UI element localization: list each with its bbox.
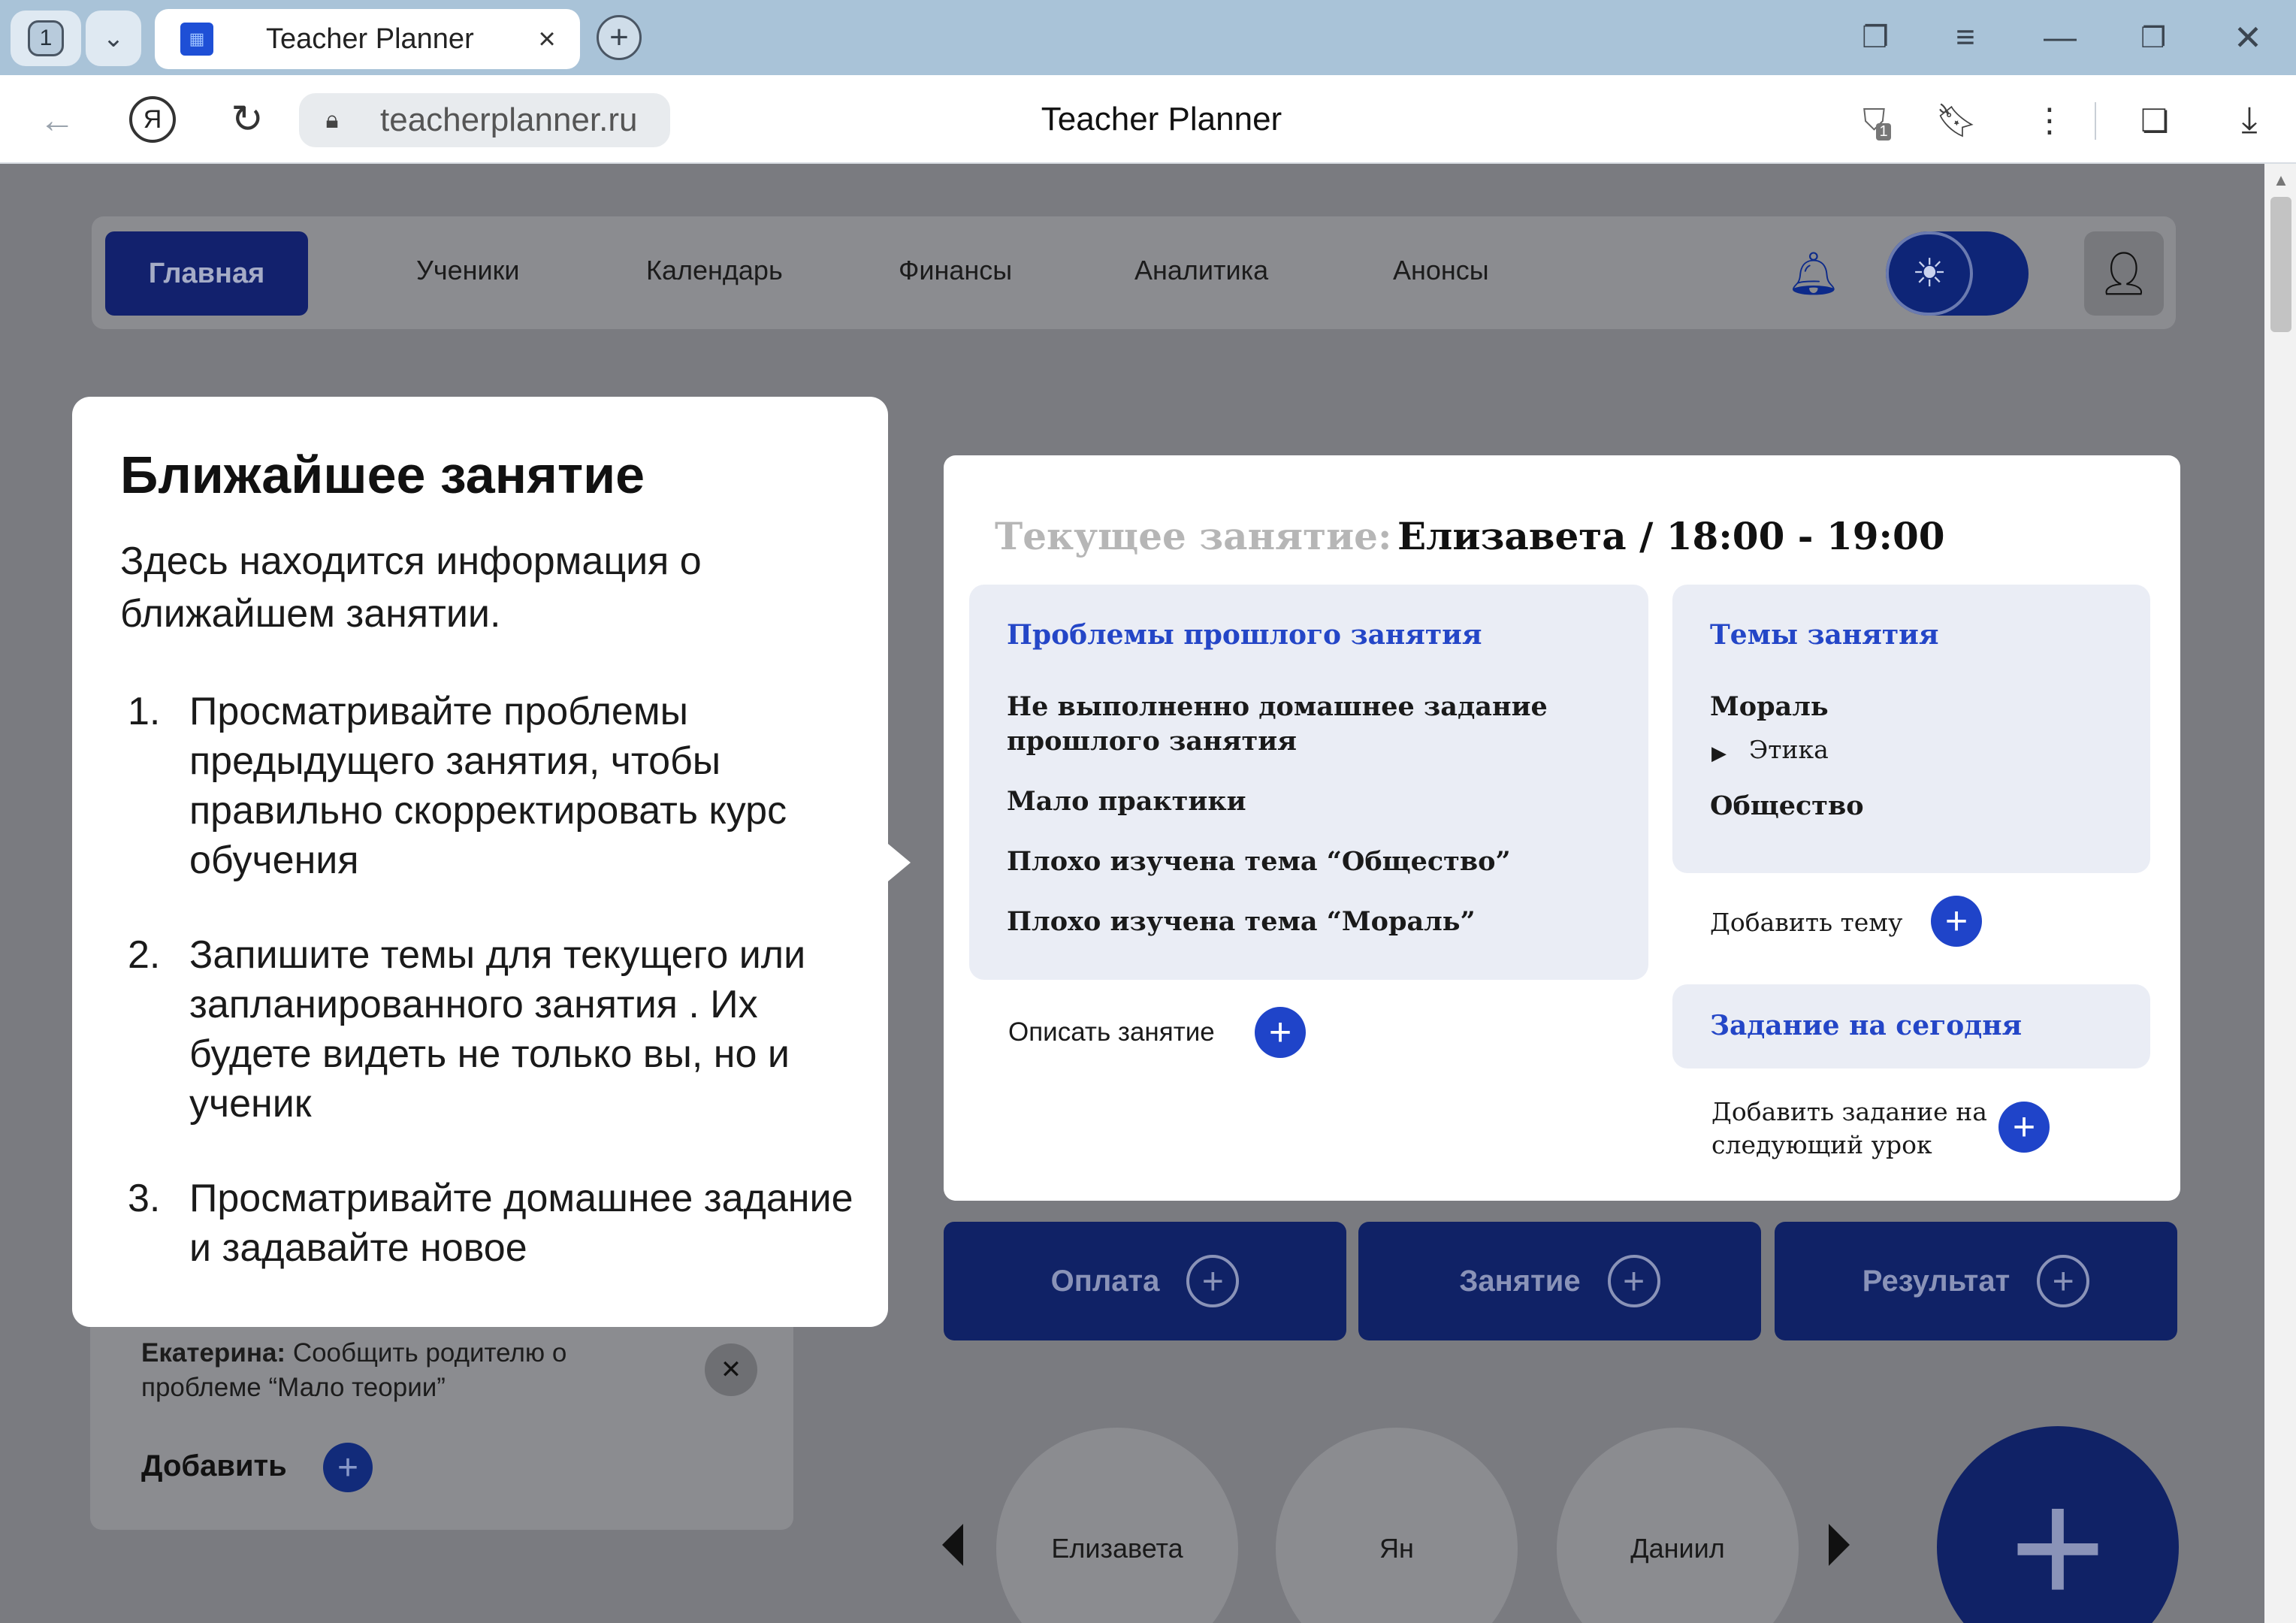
page-title: Teacher Planner <box>1041 101 1282 138</box>
nav-calendar-link[interactable]: Календарь <box>646 254 783 287</box>
protection-shield-icon[interactable]: ⛉ 1 <box>1853 96 1901 144</box>
reminder-add-plus-icon[interactable]: + <box>323 1443 373 1492</box>
tooltip-title: Ближайшее занятие <box>120 446 645 504</box>
bookmarks-panel-icon[interactable]: ❐ <box>1853 17 1898 59</box>
more-vertical-icon[interactable]: ⋮ <box>2029 96 2071 144</box>
tooltip-step-text: Просматривайте проблемы предыдущего заня… <box>189 690 787 882</box>
plus-icon: + <box>1607 1255 1660 1307</box>
close-icon[interactable]: ✕ <box>705 1343 757 1396</box>
reminder-text: Екатерина: Сообщить родителю о проблеме … <box>141 1336 682 1405</box>
student-avatar[interactable]: Ян <box>1276 1428 1518 1623</box>
homework-panel: Задание на сегодня <box>1672 984 2150 1068</box>
page-scrollbar[interactable] <box>2264 164 2296 1623</box>
toolbar-divider <box>2095 102 2096 140</box>
add-homework-label[interactable]: Добавить задание на следующий урок <box>1711 1096 2012 1162</box>
homework-title: Задание на сегодня <box>1710 1010 2023 1041</box>
current-lesson-card: Текущее занятие: Елизавета / 18:00 - 19:… <box>944 455 2180 1201</box>
problem-item: Плохо изучена тема “Общество” <box>1007 846 1511 877</box>
url-field[interactable]: 🔒︎ teacherplanner.ru <box>299 93 670 147</box>
yandex-logo-icon[interactable]: Я <box>129 96 176 143</box>
reminder-student-name: Екатерина: <box>141 1338 286 1368</box>
student-avatar[interactable]: Елизавета <box>996 1428 1238 1623</box>
active-tab[interactable]: ▦ Teacher Planner × <box>155 9 580 69</box>
tab-counter-button[interactable]: 1 <box>11 11 81 66</box>
nav-home-button[interactable]: Главная <box>105 231 308 316</box>
tooltip-step-text: Запишите темы для текущего или запланиро… <box>189 933 806 1126</box>
tooltip-step-number: 1. <box>128 690 161 733</box>
result-button-label: Результат <box>1862 1265 2011 1298</box>
add-topic-label[interactable]: Добавить тему <box>1710 906 1902 939</box>
tab-close-icon[interactable]: × <box>527 18 566 60</box>
bookmark-icon[interactable]: 🔖︎ <box>1935 96 1977 144</box>
lesson-button-label: Занятие <box>1459 1265 1581 1298</box>
nav-finance-link[interactable]: Финансы <box>899 254 1012 287</box>
topic-item[interactable]: Общество <box>1710 789 1864 824</box>
reminder-card: Екатерина: Сообщить родителю о проблеме … <box>90 1300 793 1530</box>
describe-lesson-plus-icon[interactable]: + <box>1255 1007 1306 1058</box>
new-tab-plus-icon[interactable]: + <box>597 15 642 60</box>
reminder-add-label[interactable]: Добавить <box>141 1447 287 1485</box>
lesson-button[interactable]: Занятие + <box>1358 1222 1761 1340</box>
tooltip-intro: Здесь находится информация о ближайшем з… <box>120 539 702 636</box>
problem-item: Не выполненно домашнее задание прошлого … <box>1007 691 1548 757</box>
tooltip-pointer <box>884 840 911 885</box>
onboarding-tooltip: Ближайшее занятие Здесь находится информ… <box>72 397 888 1327</box>
nav-analytics-link[interactable]: Аналитика <box>1134 254 1268 287</box>
problems-title: Проблемы прошлого занятия <box>1007 619 1482 651</box>
download-icon[interactable]: ⤓ <box>2225 96 2273 144</box>
carousel-next-arrow-icon[interactable] <box>1829 1524 1850 1566</box>
shield-badge: 1 <box>1876 122 1891 141</box>
topic-item[interactable]: Мораль <box>1710 690 1829 724</box>
result-button[interactable]: Результат + <box>1775 1222 2177 1340</box>
window-close-icon[interactable]: ✕ <box>2225 17 2270 59</box>
scroll-up-arrow-icon[interactable]: ▲ <box>2270 170 2291 191</box>
back-arrow-icon[interactable]: ← <box>35 98 80 143</box>
topics-title: Темы занятия <box>1710 619 1939 651</box>
plus-icon: + <box>2037 1255 2090 1307</box>
tab-count: 1 <box>28 20 64 56</box>
tooltip-step: 3. Просматривайте домашнее задание и зад… <box>128 1174 879 1273</box>
add-student-plus-icon[interactable]: + <box>1937 1426 2179 1623</box>
problem-item: Мало практики <box>1007 786 1246 817</box>
nav-announcements-link[interactable]: Анонсы <box>1393 254 1489 287</box>
site-favicon-icon: ▦ <box>180 23 213 56</box>
sun-icon: ☀ <box>1886 231 1973 316</box>
theme-toggle[interactable]: ☀ <box>1886 231 2029 316</box>
user-icon[interactable]: 👤︎ <box>2084 231 2164 316</box>
tooltip-step-number: 2. <box>128 933 161 977</box>
previous-problems-panel: Проблемы прошлого занятия Не выполненно … <box>969 585 1648 980</box>
tooltip-step-text: Просматривайте домашнее задание и задава… <box>189 1177 853 1270</box>
describe-lesson-label[interactable]: Описать занятие <box>1008 1016 1215 1049</box>
lesson-topics-panel: Темы занятия Мораль ▶ Этика Общество <box>1672 585 2150 873</box>
tooltip-step: 1. Просматривайте проблемы предыдущего з… <box>128 687 879 885</box>
add-homework-plus-icon[interactable]: + <box>1998 1102 2050 1153</box>
payment-button-label: Оплата <box>1050 1265 1160 1298</box>
tab-list-chevron-icon[interactable]: ⌄ <box>86 11 141 66</box>
tooltip-step: 2. Запишите темы для текущего или заплан… <box>128 930 879 1129</box>
scrollbar-thumb[interactable] <box>2270 197 2291 332</box>
current-lesson-label: Текущее занятие: <box>995 514 1392 558</box>
carousel-prev-arrow-icon[interactable] <box>942 1524 963 1566</box>
app-top-navigation: Главная Ученики Календарь Финансы Аналит… <box>92 216 2176 329</box>
add-topic-plus-icon[interactable]: + <box>1931 896 1982 947</box>
plus-icon: + <box>1186 1255 1240 1307</box>
subtopic-item[interactable]: Этика <box>1749 733 1829 766</box>
bell-icon[interactable]: 🔔︎ <box>1787 246 1841 301</box>
triangle-right-icon[interactable]: ▶ <box>1711 736 1727 769</box>
payment-button[interactable]: Оплата + <box>944 1222 1346 1340</box>
extensions-icon[interactable]: ❏ <box>2131 96 2179 144</box>
lock-icon: 🔒︎ <box>325 106 339 133</box>
window-restore-icon[interactable]: ❐ <box>2131 17 2176 59</box>
problem-item: Плохо изучена тема “Мораль” <box>1007 906 1476 937</box>
browser-tab-bar: 1 ⌄ ▦ Teacher Planner × + ❐ ≡ — ❐ ✕ <box>0 0 2296 75</box>
tooltip-step-number: 3. <box>128 1177 161 1220</box>
browser-menu-icon[interactable]: ≡ <box>1943 17 1988 59</box>
url-text: teacherplanner.ru <box>380 101 638 138</box>
current-lesson-value: Елизавета / 18:00 - 19:00 <box>1397 514 1945 558</box>
window-minimize-icon[interactable]: — <box>2038 17 2083 59</box>
reload-icon[interactable]: ↻ <box>224 96 270 143</box>
tab-title: Teacher Planner <box>266 23 474 55</box>
nav-students-link[interactable]: Ученики <box>416 254 520 287</box>
student-avatar[interactable]: Даниил <box>1557 1428 1799 1623</box>
